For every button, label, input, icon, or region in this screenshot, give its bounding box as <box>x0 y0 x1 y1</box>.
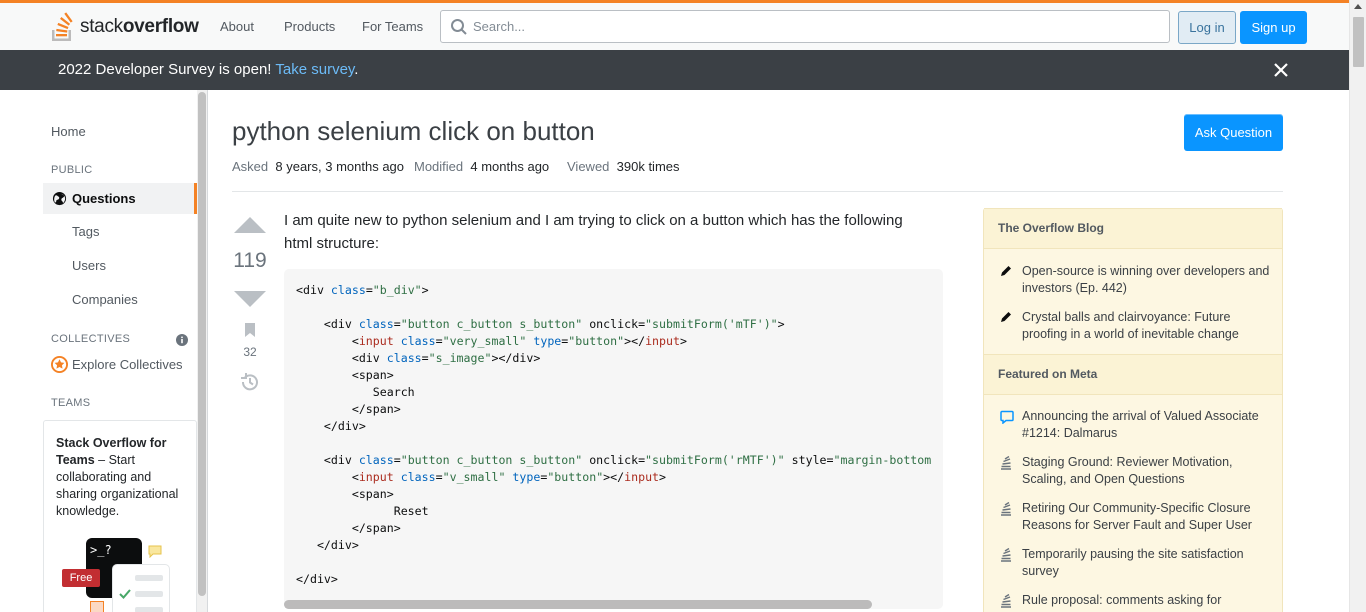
viewed-meta: Viewed 390k times <box>567 159 680 174</box>
search-box[interactable] <box>440 10 1170 43</box>
free-badge: Free <box>62 569 100 587</box>
page-scrollbar-thumb[interactable] <box>1353 17 1364 67</box>
sidebar-heading-public: PUBLIC <box>51 164 93 176</box>
blog-heading-bar: The Overflow Blog <box>984 208 1282 249</box>
question-body: I am quite new to python selenium and I … <box>284 212 903 252</box>
asked-value[interactable]: 8 years, 3 months ago <box>275 159 404 174</box>
code-horizontal-scrollbar[interactable] <box>284 600 872 609</box>
terminal-glyph: >_? <box>90 543 112 557</box>
info-icon[interactable] <box>176 334 188 346</box>
login-button[interactable]: Log in <box>1178 11 1236 44</box>
asked-meta: Asked 8 years, 3 months ago <box>232 159 405 174</box>
sidebar-heading-collectives: COLLECTIVES <box>51 333 131 345</box>
meta-item-link[interactable]: Announcing the arrival of Valued Associa… <box>1022 408 1272 442</box>
sidebar-item-users[interactable]: Users <box>72 258 106 273</box>
sidebar-scrollbar[interactable] <box>197 90 207 612</box>
blog-item-link[interactable]: Crystal balls and clairvoyance: Future p… <box>1022 309 1272 343</box>
ask-question-button[interactable]: Ask Question <box>1184 114 1283 151</box>
nav-for-teams[interactable]: For Teams <box>362 19 423 34</box>
stackexchange-icon <box>1001 548 1011 562</box>
bookmark-icon[interactable] <box>244 322 256 338</box>
nav-about[interactable]: About <box>220 19 254 34</box>
sidebar-heading-teams: TEAMS <box>51 397 91 409</box>
stackexchange-icon <box>1001 594 1011 608</box>
title-divider <box>232 191 1283 192</box>
bookmark-count: 32 <box>243 345 257 359</box>
collectives-icon <box>51 356 68 373</box>
chat-bubble-icon <box>148 545 162 558</box>
meta-item-link[interactable]: Retiring Our Community-Specific Closure … <box>1022 500 1272 534</box>
decor-square <box>90 601 104 612</box>
logo-text: stackoverflow <box>80 16 199 37</box>
banner-text: 2022 Developer Survey is open! Take surv… <box>58 61 359 78</box>
meta-heading: Featured on Meta <box>998 367 1098 381</box>
meta-item-link[interactable]: Staging Ground: Reviewer Motivation, Sca… <box>1022 454 1272 488</box>
stackoverflow-logo[interactable]: stackoverflow <box>50 11 199 43</box>
history-icon[interactable] <box>240 372 260 392</box>
meta-item-link[interactable]: Temporarily pausing the site satisfactio… <box>1022 546 1272 580</box>
pencil-icon <box>1001 266 1011 276</box>
page-scrollbar[interactable] <box>1349 0 1366 612</box>
top-bar: stackoverflow About Products For Teams L… <box>0 0 1349 50</box>
sidebar-item-questions[interactable]: Questions <box>43 183 197 214</box>
downvote-arrow-icon[interactable] <box>233 290 267 308</box>
question-title[interactable]: python selenium click on button <box>232 116 595 147</box>
left-sidebar: Home PUBLIC Questions Tags Users Compani… <box>0 90 208 612</box>
signup-button[interactable]: Sign up <box>1240 11 1307 44</box>
stackoverflow-logo-icon <box>52 12 73 41</box>
sidebar-item-label: Questions <box>72 191 136 206</box>
blog-item-link[interactable]: Open-source is winning over developers a… <box>1022 263 1272 297</box>
sidebar-widget: The Overflow Blog Open-source is winning… <box>983 208 1283 612</box>
modified-value[interactable]: 4 months ago <box>470 159 549 174</box>
sidebar-item-tags[interactable]: Tags <box>72 224 99 239</box>
upvote-arrow-icon[interactable] <box>233 216 267 234</box>
globe-icon <box>52 191 67 206</box>
stackexchange-icon <box>1001 502 1011 516</box>
nav-products[interactable]: Products <box>284 19 335 34</box>
chat-bubble-icon <box>1000 410 1014 424</box>
sidebar-item-home[interactable]: Home <box>51 124 86 139</box>
stackexchange-icon <box>1001 456 1011 470</box>
code-block: <div class="b_div"> <div class="button c… <box>284 269 943 609</box>
vote-count: 119 <box>233 249 267 272</box>
pencil-icon <box>1001 312 1011 322</box>
sidebar-item-companies[interactable]: Companies <box>72 292 138 307</box>
close-icon[interactable] <box>1272 61 1290 79</box>
check-icon <box>119 589 131 599</box>
meta-heading-bar: Featured on Meta <box>984 354 1282 395</box>
teams-promo-text: Stack Overflow for Teams – Start collabo… <box>56 436 179 518</box>
search-icon <box>451 19 467 35</box>
sidebar-scrollbar-thumb[interactable] <box>198 92 206 596</box>
teams-promo-box: Stack Overflow for Teams – Start collabo… <box>43 420 197 612</box>
code-content: <div class="b_div"> <div class="button c… <box>296 283 932 586</box>
search-input[interactable] <box>473 11 1153 42</box>
modified-meta: Modified 4 months ago <box>414 159 550 174</box>
take-survey-link[interactable]: Take survey <box>275 61 354 78</box>
blog-heading: The Overflow Blog <box>998 221 1105 235</box>
scroll-up-arrow-icon[interactable] <box>1354 4 1362 9</box>
survey-banner: 2022 Developer Survey is open! Take surv… <box>0 50 1349 90</box>
sidebar-item-explore-collectives[interactable]: Explore Collectives <box>72 357 183 372</box>
checklist-card <box>112 564 170 612</box>
meta-item-link[interactable]: Rule proposal: comments asking for <box>1022 592 1272 609</box>
